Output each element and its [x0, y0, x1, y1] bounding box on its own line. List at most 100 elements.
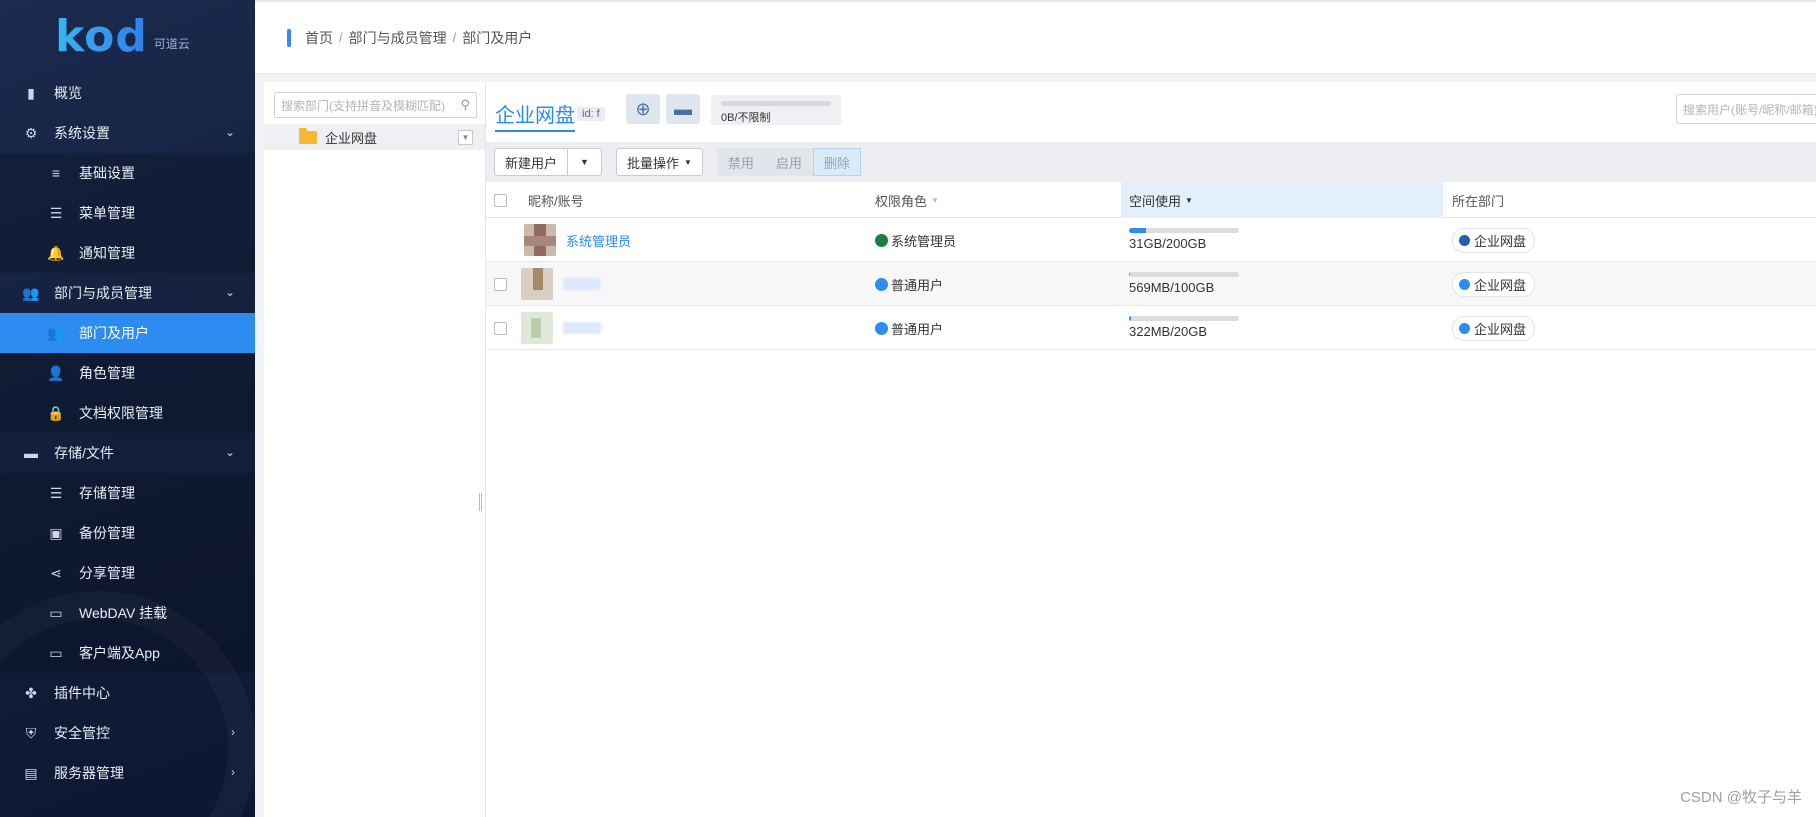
backup-icon: ▣	[49, 524, 63, 541]
user-name-redacted[interactable]	[563, 278, 601, 290]
chevron-down-icon[interactable]: ▼	[458, 130, 473, 145]
sidebar-menu: ▮ 概览 ⚙ 系统设置 ⌄ ≡ 基础设置 ☰ 菜单管理 🔔 通知管理 👥 部门与成员管理 ⌄ 👥 部门及用户 👤…	[0, 73, 255, 793]
search-icon[interactable]: ⚲	[460, 97, 470, 113]
group-title[interactable]: 企业网盘	[495, 99, 575, 132]
sliders-icon: ≡	[51, 165, 61, 181]
sidebar-item-10[interactable]: ☰ 存储管理	[0, 473, 255, 513]
panel-splitter-handle[interactable]	[479, 493, 482, 511]
sidebar-item-14[interactable]: ▭ 客户端及App	[0, 633, 255, 673]
watermark: CSDN @牧子与羊	[1680, 789, 1802, 806]
sidebar-item-label: 插件中心	[54, 685, 110, 701]
chevron-right-icon[interactable]: ›	[231, 765, 235, 779]
chevron-down-icon[interactable]: ⌄	[225, 285, 235, 299]
sidebar-item-6[interactable]: 👥 部门及用户	[0, 313, 255, 353]
batch-actions-button[interactable]: 批量操作 ▼	[615, 148, 703, 176]
sidebar-item-11[interactable]: ▣ 备份管理	[0, 513, 255, 553]
sidebar-item-16[interactable]: ⛨ 安全管控 ›	[0, 713, 255, 753]
column-space[interactable]: 空间使用 ▼	[1121, 182, 1443, 218]
space-cell: 31GB/200GB	[1129, 218, 1249, 262]
chevron-right-icon[interactable]: ›	[231, 725, 235, 739]
new-user-button[interactable]: 新建用户	[494, 148, 569, 176]
group-header: 企业网盘 id: f ⊕ ▬ 0B/不限制 搜索用户(账号/昵称/邮箱)	[486, 82, 1816, 142]
caret-down-icon[interactable]: ▼	[568, 148, 602, 176]
column-role-label: 权限角色	[875, 193, 928, 209]
gear-icon: ⚙	[24, 124, 38, 141]
sidebar-item-label: 安全管控	[54, 725, 110, 741]
sidebar-item-3[interactable]: ☰ 菜单管理	[0, 193, 255, 233]
folder-icon	[299, 127, 317, 144]
sidebar-item-7[interactable]: 👤 角色管理	[0, 353, 255, 393]
shield-icon: ⛨	[25, 724, 37, 741]
department-label: 企业网盘	[1474, 277, 1527, 293]
space-usage-text: 31GB/200GB	[1129, 236, 1207, 251]
column-role[interactable]: 权限角色 ▼	[875, 182, 939, 218]
breadcrumb-dept-member[interactable]: 部门与成员管理	[349, 28, 447, 48]
menu-list-icon: ☰	[49, 204, 63, 221]
enable-button[interactable]: 启用	[764, 148, 813, 176]
table-header: 昵称/账号 权限角色 ▼ 空间使用 ▼ 所在部门	[486, 182, 1816, 218]
sidebar-item-label: WebDAV 挂载	[79, 605, 168, 621]
sidebar-item-12[interactable]: ⋖ 分享管理	[0, 553, 255, 593]
space-usage-bar	[1129, 272, 1239, 277]
disable-button[interactable]: 禁用	[716, 148, 765, 176]
app-logo[interactable]: kod 可道云	[0, 0, 255, 73]
avatar[interactable]	[521, 268, 553, 300]
top-header: 首页 / 部门与成员管理 / 部门及用户	[255, 0, 1816, 73]
department-tag[interactable]: 企业网盘	[1452, 227, 1536, 253]
column-name[interactable]: 昵称/账号	[528, 182, 584, 218]
table-row[interactable]: 系统管理员 系统管理员 31GB/200GB 企业网盘	[486, 218, 1816, 262]
row-checkbox[interactable]	[494, 321, 507, 335]
sidebar-item-label: 服务器管理	[54, 765, 124, 781]
sidebar-item-17[interactable]: ▤ 服务器管理 ›	[0, 753, 255, 793]
sidebar-item-1[interactable]: ⚙ 系统设置 ⌄	[0, 113, 255, 153]
sidebar-item-label: 系统设置	[54, 125, 110, 141]
chevron-down-icon[interactable]: ⌄	[225, 445, 235, 459]
department-tag[interactable]: 企业网盘	[1452, 271, 1536, 297]
tree-node-label: 企业网盘	[325, 130, 378, 146]
delete-button[interactable]: 删除	[812, 148, 861, 176]
department-tag[interactable]: 企业网盘	[1452, 315, 1536, 341]
select-all-checkbox[interactable]	[494, 193, 507, 207]
avatar[interactable]	[524, 224, 556, 256]
sidebar-item-2[interactable]: ≡ 基础设置	[0, 153, 255, 193]
column-department[interactable]: 所在部门	[1452, 182, 1504, 218]
lock-icon: 🔒	[47, 404, 65, 421]
user-search-input[interactable]: 搜索用户(账号/昵称/邮箱)	[1676, 94, 1816, 124]
sidebar-item-5[interactable]: 👥 部门与成员管理 ⌄	[0, 273, 255, 313]
role-cell: 系统管理员	[875, 218, 956, 262]
sidebar-item-label: 文档权限管理	[79, 405, 163, 421]
department-cell: 企业网盘	[1452, 218, 1536, 262]
sidebar-item-4[interactable]: 🔔 通知管理	[0, 233, 255, 273]
table-row[interactable]: 普通用户 322MB/20GB 企业网盘	[486, 306, 1816, 350]
sidebar-item-0[interactable]: ▮ 概览	[0, 73, 255, 113]
add-subgroup-button[interactable]: ⊕	[626, 94, 660, 124]
table-body: 系统管理员 系统管理员 31GB/200GB 企业网盘 普通用户 569MB/100GB 企…	[486, 218, 1816, 350]
users-icon: 👥	[22, 284, 40, 301]
open-folder-button[interactable]: ▬	[666, 94, 700, 124]
role-cell: 普通用户	[875, 262, 943, 306]
tree-node-root[interactable]: 企业网盘 ▼	[264, 124, 485, 150]
row-checkbox[interactable]	[494, 277, 507, 291]
action-toolbar: 新建用户 ▼ 批量操作 ▼ 禁用 启用 删除	[486, 142, 1816, 182]
user-name-redacted[interactable]	[563, 322, 601, 334]
chevron-down-icon[interactable]: ⌄	[225, 125, 235, 139]
table-row[interactable]: 普通用户 569MB/100GB 企业网盘	[486, 262, 1816, 306]
caret-down-icon: ▼	[683, 157, 692, 167]
sort-caret-icon: ▼	[1185, 195, 1193, 205]
logo-word: kod	[55, 11, 148, 62]
sidebar-item-label: 备份管理	[79, 525, 135, 541]
role-label: 普通用户	[891, 321, 944, 337]
user-name-link[interactable]: 系统管理员	[566, 231, 631, 250]
main-panel: 企业网盘 id: f ⊕ ▬ 0B/不限制 搜索用户(账号/昵称/邮箱) 新建用…	[486, 82, 1816, 817]
sidebar-item-label: 客户端及App	[79, 645, 160, 661]
space-usage-fill	[1129, 316, 1131, 321]
sidebar-item-15[interactable]: ✤ 插件中心	[0, 673, 255, 713]
avatar[interactable]	[521, 312, 553, 344]
sidebar-item-13[interactable]: ▭ WebDAV 挂载	[0, 593, 255, 633]
sidebar: kod 可道云 ▮ 概览 ⚙ 系统设置 ⌄ ≡ 基础设置 ☰ 菜单管理 🔔 通知管理 👥 部门与成员管理…	[0, 0, 255, 817]
database-icon: ☰	[49, 484, 63, 501]
department-search-input[interactable]: 搜索部门(支持拼音及模糊匹配) ⚲	[274, 92, 477, 118]
breadcrumb-home[interactable]: 首页	[305, 28, 333, 48]
sidebar-item-8[interactable]: 🔒 文档权限管理	[0, 393, 255, 433]
sidebar-item-9[interactable]: ▬ 存储/文件 ⌄	[0, 433, 255, 473]
